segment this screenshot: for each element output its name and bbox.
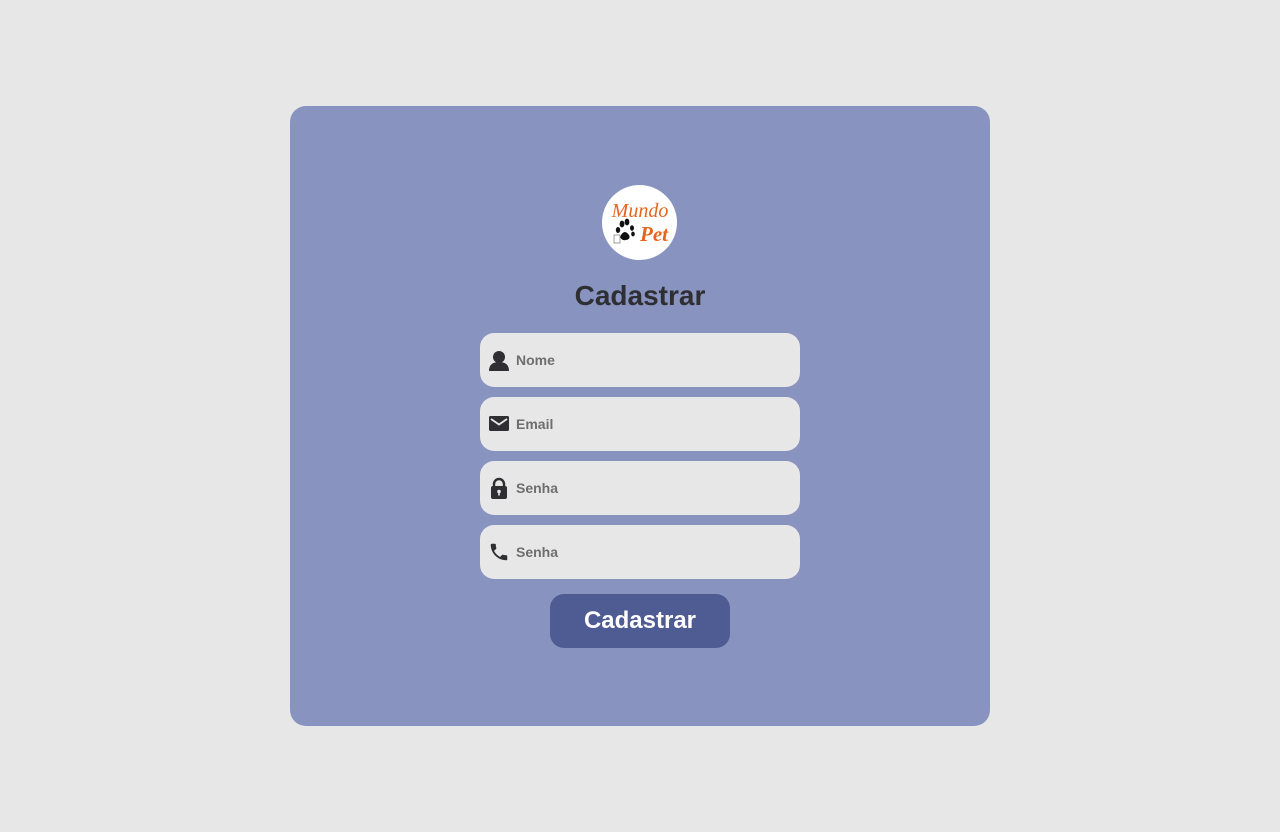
register-card: Mundo Pet Cadastrar Nome Email Senha Cad…: [290, 106, 990, 726]
email-input[interactable]: [516, 397, 792, 451]
mundo-pet-logo: Mundo Pet: [602, 185, 677, 260]
logo-text-mundo: Mundo: [611, 200, 669, 222]
password-input[interactable]: [516, 461, 792, 515]
envelope-icon: [488, 413, 510, 435]
name-input[interactable]: [516, 333, 792, 387]
register-button[interactable]: Cadastrar: [550, 594, 730, 648]
user-icon: [488, 349, 510, 371]
phone-input[interactable]: [516, 525, 792, 579]
email-field[interactable]: [480, 397, 800, 451]
page-title: Cadastrar: [574, 280, 706, 311]
logo-text-pet: Pet: [639, 222, 669, 246]
lock-icon: [488, 477, 510, 499]
phone-icon: [488, 541, 510, 563]
password-field[interactable]: [480, 461, 800, 515]
name-field[interactable]: [480, 333, 800, 387]
phone-field[interactable]: [480, 525, 800, 579]
